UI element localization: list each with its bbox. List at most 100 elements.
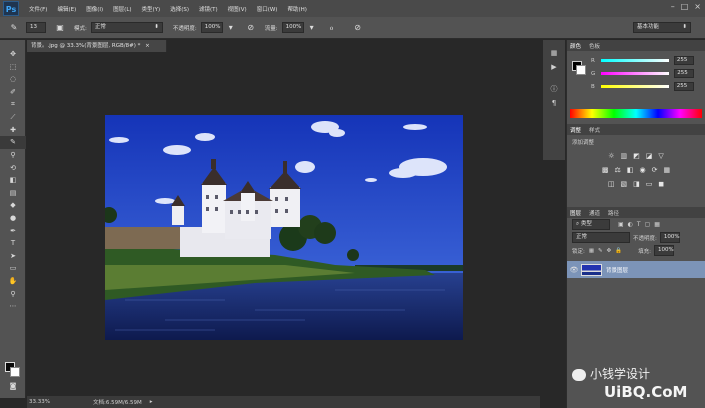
type-tool-icon[interactable]: T (0, 237, 26, 250)
crop-tool-icon[interactable]: ⌗ (0, 98, 26, 111)
blue-slider[interactable] (600, 85, 669, 88)
layer-kind-select[interactable]: ⌕ 类型 (572, 219, 610, 230)
invert-icon[interactable]: ◫ (608, 180, 615, 188)
posterize-icon[interactable]: ▧ (620, 180, 627, 188)
close-icon[interactable]: × (694, 2, 701, 11)
tab-swatches[interactable]: 色板 (589, 42, 600, 50)
menu-layer[interactable]: 图层(L) (113, 5, 131, 13)
shape-tool-icon[interactable]: ▭ (0, 262, 26, 275)
layer-opacity-input[interactable]: 100% (659, 232, 680, 243)
zoom-tool-icon[interactable]: ⚲ (0, 287, 26, 300)
menu-window[interactable]: 窗口(W) (257, 5, 278, 13)
tab-layers[interactable]: 图层 (570, 209, 581, 217)
menu-view[interactable]: 视图(V) (228, 5, 247, 13)
minimize-icon[interactable]: – (671, 2, 675, 11)
path-select-tool-icon[interactable]: ➤ (0, 250, 26, 263)
brush-panel-icon[interactable]: ▣ (54, 22, 66, 34)
pen-tool-icon[interactable]: ✒ (0, 224, 26, 237)
tab-channels[interactable]: 通道 (589, 209, 600, 217)
dodge-tool-icon[interactable]: ● (0, 212, 26, 225)
red-slider[interactable] (600, 59, 669, 62)
hand-tool-icon[interactable]: ✋ (0, 275, 26, 288)
history-panel-icon[interactable]: ▦ (543, 46, 565, 60)
blend-mode-select[interactable]: 正常 (572, 232, 630, 243)
tab-paths[interactable]: 路径 (608, 209, 619, 217)
brush-tool-icon[interactable]: ✎ (8, 22, 20, 34)
color-balance-icon[interactable]: ⚖ (615, 166, 621, 174)
levels-icon[interactable]: ▥ (621, 152, 628, 160)
background-color-swatch[interactable] (10, 367, 20, 377)
curves-icon[interactable]: ◩ (633, 152, 640, 160)
quick-select-tool-icon[interactable]: ✐ (0, 86, 26, 99)
actions-panel-icon[interactable]: ▶ (543, 60, 565, 74)
brush-size-picker[interactable]: 13 (26, 22, 46, 33)
selective-color-icon[interactable]: ◼ (658, 180, 664, 188)
healing-tool-icon[interactable]: ✚ (0, 124, 26, 137)
fill-input[interactable]: 100% (653, 245, 674, 256)
document-tab[interactable]: 背景。.jpg @ 33.3%(背景图层, RGB/8#) * × (27, 40, 167, 52)
gradient-tool-icon[interactable]: ▤ (0, 187, 26, 200)
adjustment-icons-row-2: ▩ ⚖ ◧ ◉ ⟳ ▦ (567, 166, 705, 174)
marquee-tool-icon[interactable]: ⬚ (0, 61, 26, 74)
exposure-icon[interactable]: ◪ (646, 152, 653, 160)
color-swatches[interactable] (5, 362, 21, 378)
gradient-map-icon[interactable]: ▭ (646, 180, 653, 188)
eyedropper-tool-icon[interactable]: ⟋ (0, 111, 26, 124)
more-tools-icon[interactable]: ⋯ (0, 300, 26, 313)
eye-icon[interactable]: 👁 (567, 266, 581, 274)
green-slider[interactable] (601, 72, 670, 75)
menu-filter[interactable]: 滤镜(T) (199, 5, 218, 13)
tab-styles[interactable]: 样式 (589, 126, 600, 134)
menu-file[interactable]: 文件(F) (29, 5, 47, 13)
color-lookup-icon[interactable]: ▦ (663, 166, 670, 174)
mode-label: 模式: (74, 25, 87, 32)
workspace-select[interactable]: 基本功能 ⬍ (633, 22, 691, 33)
eraser-tool-icon[interactable]: ◧ (0, 174, 26, 187)
black-white-icon[interactable]: ◧ (627, 166, 634, 174)
hue-saturation-icon[interactable]: ▩ (602, 166, 609, 174)
vibrance-icon[interactable]: ▽ (658, 152, 663, 160)
layer-filter-icons[interactable]: ▣◐T▢▦ (618, 221, 664, 228)
opacity-dropdown-icon[interactable]: ▾ (225, 22, 237, 34)
menu-image[interactable]: 图像(I) (86, 5, 103, 13)
info-panel-icon[interactable]: ⓘ (543, 82, 565, 96)
quick-mask-icon[interactable]: ◙ (0, 380, 26, 393)
menu-select[interactable]: 选择(S) (170, 5, 189, 13)
clone-stamp-tool-icon[interactable]: ⚲ (0, 149, 26, 162)
mode-select[interactable]: 正常 ⬍ (90, 22, 163, 33)
layer-row[interactable]: 👁 背景图层 (567, 261, 705, 278)
collapsed-panels-strip: ▦ ▶ ⓘ ¶ (543, 40, 565, 160)
tab-color[interactable]: 颜色 (570, 42, 581, 50)
lock-icons[interactable]: ▦✎✥🔒 (589, 248, 626, 254)
green-value[interactable]: 255 (674, 69, 695, 78)
pressure-opacity-icon[interactable]: ⊘ (245, 22, 257, 34)
color-spectrum[interactable] (570, 109, 702, 118)
menu-help[interactable]: 帮助(H) (287, 5, 306, 13)
flow-dropdown-icon[interactable]: ▾ (306, 22, 318, 34)
flow-input[interactable]: 100% (281, 22, 304, 33)
layer-name[interactable]: 背景图层 (606, 266, 628, 274)
channel-mixer-icon[interactable]: ⟳ (652, 166, 658, 174)
zoom-level[interactable]: 33.33% (29, 399, 83, 405)
airbrush-icon[interactable]: ℴ (326, 22, 338, 34)
blue-value[interactable]: 255 (673, 82, 694, 91)
maximize-icon[interactable]: □ (681, 2, 689, 11)
menu-type[interactable]: 类型(Y) (142, 5, 161, 13)
move-tool-icon[interactable]: ✥ (0, 48, 26, 61)
blur-tool-icon[interactable]: ◆ (0, 199, 26, 212)
brightness-icon[interactable]: ☼ (608, 152, 614, 160)
history-brush-tool-icon[interactable]: ⟲ (0, 161, 26, 174)
tab-adjustments[interactable]: 调整 (570, 126, 581, 134)
paragraph-panel-icon[interactable]: ¶ (543, 96, 565, 110)
pressure-size-icon[interactable]: ⊘ (352, 22, 364, 34)
color-bg-swatch[interactable] (576, 65, 586, 75)
opacity-input[interactable]: 100% (200, 22, 223, 33)
photo-filter-icon[interactable]: ◉ (639, 166, 645, 174)
red-value[interactable]: 255 (673, 56, 694, 65)
brush-tool-icon[interactable]: ✎ (0, 136, 26, 149)
threshold-icon[interactable]: ◨ (633, 180, 640, 188)
menu-edit[interactable]: 编辑(E) (57, 5, 76, 13)
lasso-tool-icon[interactable]: ◌ (0, 73, 26, 86)
status-arrow-icon[interactable]: ▸ (150, 399, 153, 405)
close-tab-icon[interactable]: × (145, 43, 150, 49)
